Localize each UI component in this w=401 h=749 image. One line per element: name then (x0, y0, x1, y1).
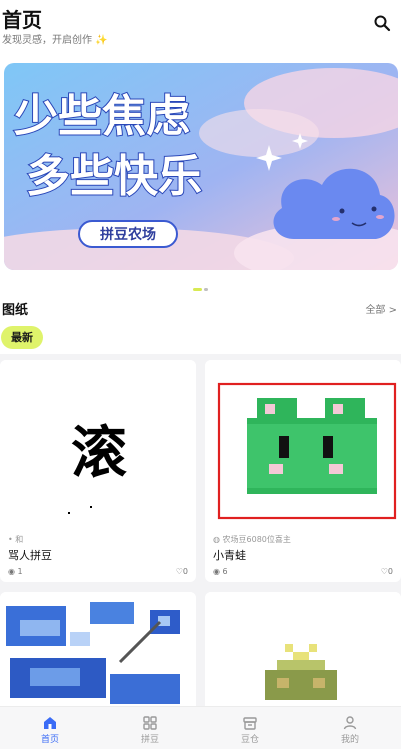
banner-area: 拼豆农场 少些焦虑 多些快乐 (0, 56, 401, 292)
pattern-card[interactable] (205, 592, 401, 712)
pattern-glyph: 滚 (71, 421, 127, 486)
heart-icon: ♡ (380, 567, 388, 576)
home-icon (44, 717, 56, 729)
carousel-dot (204, 288, 208, 291)
carousel-dot-active (193, 288, 202, 291)
carousel-indicator (0, 279, 401, 291)
banner-line-2: 多些快乐 (26, 151, 202, 202)
pattern-card[interactable] (0, 592, 196, 712)
banner-line-1: 少些焦虑 (14, 91, 190, 142)
user-icon (343, 716, 357, 730)
banner-image: 拼豆农场 少些焦虑 多些快乐 (4, 63, 398, 270)
see-all-link[interactable]: 全部 > (365, 301, 397, 316)
search-button[interactable] (373, 14, 391, 32)
pattern-card[interactable]: ◍ 农场豆6080位喜主 小青蛙 ◉ 6 ♡0 (205, 360, 401, 582)
avatar: ◍ (213, 535, 220, 544)
search-icon (374, 15, 391, 32)
pattern-thumbnail: 滚 (0, 360, 196, 528)
eye-icon: ◉ (213, 567, 220, 576)
tab-home[interactable]: 首页 (0, 707, 100, 749)
tab-label: 我的 (340, 735, 359, 745)
tab-label: 首页 (40, 735, 59, 745)
likes-count[interactable]: ♡0 (176, 567, 188, 576)
patterns-section-header: 图纸 全部 > 最新 (0, 292, 401, 354)
filter-chip-latest[interactable]: 最新 (1, 326, 43, 349)
card-author: ◍ 农场豆6080位喜主 (213, 535, 291, 544)
pattern-thumbnail (0, 592, 196, 712)
likes-count[interactable]: ♡0 (381, 567, 393, 576)
header: 首页 发现灵感，开启创作 ✨ (0, 0, 401, 56)
views-count: ◉ 6 (213, 567, 228, 576)
box-icon (243, 717, 257, 730)
page-title: 首页 (2, 8, 42, 32)
bottom-tab-bar: 首页 拼豆 豆仓 我的 (0, 706, 401, 749)
pattern-thumbnail (205, 592, 401, 712)
banner-tag: 拼豆农场 (100, 226, 156, 243)
views-count: ◉ 1 (8, 567, 23, 576)
tab-storage[interactable]: 豆仓 (200, 707, 300, 749)
heart-icon: ♡ (175, 567, 183, 576)
eye-icon: ◉ (8, 567, 15, 576)
pattern-thumbnail (205, 360, 401, 528)
grid-icon (143, 716, 157, 730)
tab-label: 拼豆 (140, 735, 159, 745)
tab-label: 豆仓 (240, 735, 259, 745)
card-author: • 和 (8, 535, 24, 544)
banner-carousel[interactable]: 拼豆农场 少些焦虑 多些快乐 (4, 63, 398, 270)
pattern-card[interactable]: 滚 • 和 骂人拼豆 ◉ 1 ♡0 (0, 360, 196, 582)
tab-beads[interactable]: 拼豆 (100, 707, 200, 749)
home-screen: 首页 发现灵感，开启创作 ✨ 拼豆农场 少些焦虑 多些快乐 图纸 全部 > 最新… (0, 0, 401, 749)
section-title: 图纸 (2, 303, 29, 318)
tab-profile[interactable]: 我的 (300, 707, 400, 749)
card-title: 小青蛙 (213, 549, 246, 562)
card-title: 骂人拼豆 (8, 549, 52, 562)
frog-pattern-image (217, 382, 397, 520)
page-subtitle: 发现灵感，开启创作 ✨ (2, 35, 108, 46)
